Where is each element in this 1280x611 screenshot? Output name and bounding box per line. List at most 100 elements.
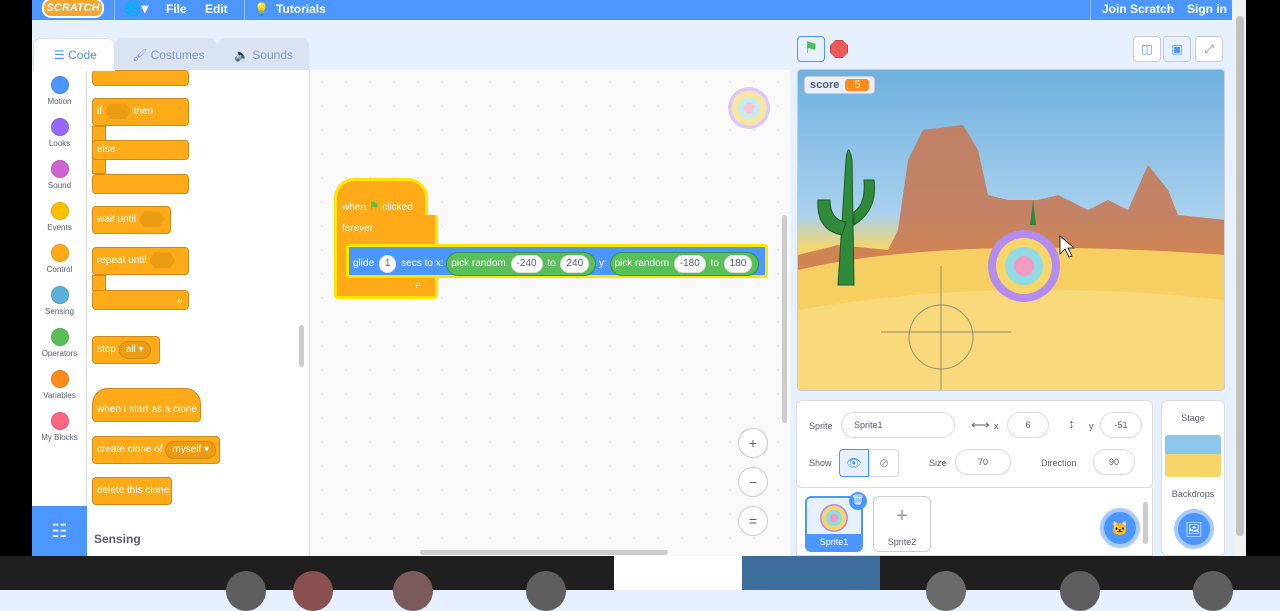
pick-random-label: pick random <box>451 258 506 269</box>
block-top-fragment[interactable] <box>92 70 189 86</box>
choose-backdrop-button[interactable]: 🖼 <box>1174 509 1214 549</box>
normal-stage-button[interactable]: ▣ <box>1163 36 1191 62</box>
code-workspace[interactable]: when ⚑ clicked forever ⤶ glide 1 secs to… <box>310 70 790 556</box>
pick-random-label: pick random <box>614 258 669 269</box>
else-label: else <box>97 144 116 155</box>
delete-clone-label: delete this clone <box>97 485 170 496</box>
y-max-input[interactable]: 180 <box>723 255 753 273</box>
size-input[interactable]: 70 <box>955 449 1011 475</box>
scratch-logo[interactable]: SCRATCH <box>42 0 104 18</box>
category-events[interactable]: Events <box>32 202 87 232</box>
x-position-input[interactable]: 6 <box>1007 412 1049 438</box>
y-position-input[interactable]: -51 <box>1100 412 1142 438</box>
y-min-input[interactable]: -180 <box>673 255 706 273</box>
hide-sprite-button[interactable]: ⊘ <box>869 449 899 477</box>
create-clone-label: create clone of <box>97 444 163 455</box>
green-flag-button[interactable]: ⚑ <box>797 36 825 62</box>
right-black-border <box>1246 0 1280 556</box>
block-create-clone[interactable]: create clone of myself ▾ <box>92 436 220 464</box>
zoom-in-icon: + <box>748 435 758 451</box>
cat-icon: 🐱 <box>1111 520 1129 536</box>
tab-sounds[interactable]: 🔈 Sounds <box>217 38 309 70</box>
variables-dot-icon <box>50 370 69 388</box>
sprite-list-scrollbar[interactable] <box>1143 502 1148 544</box>
edit-menu[interactable]: Edit <box>205 2 228 16</box>
category-looks[interactable]: Looks <box>32 118 87 148</box>
operators-dot-icon <box>50 328 69 346</box>
secs-to-x-label: secs to x: <box>401 258 444 269</box>
stop-dropdown[interactable]: all ▾ <box>118 341 151 359</box>
stage-selector[interactable]: Stage Backdrops 🖼 <box>1161 400 1225 556</box>
workspace-h-scrollbar[interactable] <box>420 550 668 555</box>
choose-sprite-button[interactable]: 🐱 <box>1100 508 1140 548</box>
page-scrollbar-thumb[interactable] <box>1236 16 1244 536</box>
tab-code[interactable]: ☰ Code <box>33 38 115 71</box>
eye-icon: 👁 <box>846 456 862 470</box>
workspace-v-scrollbar[interactable] <box>782 215 787 423</box>
clone-dropdown[interactable]: myself ▾ <box>165 441 217 459</box>
tab-costumes[interactable]: 🖌 Costumes <box>115 38 217 70</box>
loop-arrow-icon: ⤶ <box>176 296 182 307</box>
block-if-else-bottom <box>92 174 189 194</box>
participant-video <box>742 556 880 590</box>
zoom-out-button[interactable]: − <box>738 467 768 497</box>
category-my-blocks[interactable]: My Blocks <box>32 412 87 442</box>
sprite-name-input[interactable]: Sprite1 <box>841 412 955 438</box>
block-repeat-arm <box>92 275 106 291</box>
glide-block[interactable]: glide 1 secs to x: pick random -240 to 2… <box>346 244 768 278</box>
glide-secs-input[interactable]: 1 <box>378 255 397 273</box>
backdrop-thumbnail <box>1165 435 1221 477</box>
block-when-start-as-clone[interactable]: when I start as a clone <box>92 388 201 422</box>
globe-icon[interactable]: 🌐▾ <box>124 0 148 17</box>
boolean-slot <box>104 103 131 120</box>
pick-random-y[interactable]: pick random -180 to 180 <box>609 252 760 276</box>
zoom-reset-button[interactable]: = <box>738 506 768 536</box>
y-label: y <box>1089 421 1094 431</box>
sign-in-link[interactable]: Sign in <box>1187 2 1227 16</box>
stop-sign-icon[interactable] <box>830 40 848 58</box>
block-stop[interactable]: stop all ▾ <box>92 336 160 364</box>
score-value: 5 <box>845 79 870 91</box>
page-scrollbar[interactable] <box>1234 0 1246 556</box>
hat-block[interactable]: when ⚑ clicked <box>334 178 428 218</box>
delete-sprite-button[interactable]: 🗑 <box>849 492 867 510</box>
stage-canvas[interactable]: score 5 <box>797 69 1225 391</box>
file-menu[interactable]: File <box>166 2 187 16</box>
sprite-info-panel: Sprite Sprite1 ⟷ x 6 ↕ y -51 Show 👁 ⊘ Si… <box>796 400 1153 488</box>
tutorials-menu[interactable]: Tutorials <box>276 2 326 16</box>
score-monitor[interactable]: score 5 <box>804 76 876 94</box>
add-extension-button[interactable]: ☷ <box>32 506 87 556</box>
x-min-input[interactable]: -240 <box>510 255 543 273</box>
category-sound[interactable]: Sound <box>32 160 87 190</box>
x-max-input[interactable]: 240 <box>560 255 590 273</box>
to-label: to <box>710 258 719 269</box>
direction-input[interactable]: 90 <box>1093 449 1135 475</box>
category-control[interactable]: Control <box>32 244 87 274</box>
show-sprite-button[interactable]: 👁 <box>839 449 869 477</box>
lightbulb-icon: 💡 <box>254 2 269 16</box>
participant-avatar <box>926 571 966 611</box>
join-scratch-link[interactable]: Join Scratch <box>1102 2 1174 16</box>
target-costume-icon <box>820 504 848 532</box>
block-wait-until[interactable]: wait until <box>92 206 171 234</box>
block-if-else[interactable]: if then <box>92 98 189 126</box>
block-delete-clone[interactable]: delete this clone <box>92 477 172 505</box>
zoom-out-icon: − <box>748 474 758 490</box>
category-variables[interactable]: Variables <box>32 370 87 400</box>
fullscreen-button[interactable]: ⤢ <box>1195 36 1223 62</box>
category-label: My Blocks <box>41 433 78 442</box>
sprite-thumb-sprite2[interactable]: + Sprite2 <box>873 496 931 552</box>
horizontal-arrows-icon: ⟷ <box>971 417 990 432</box>
brush-icon: 🖌 <box>132 48 148 62</box>
category-sensing[interactable]: Sensing <box>32 286 87 316</box>
small-stage-button[interactable]: ◫ <box>1133 36 1161 62</box>
category-operators[interactable]: Operators <box>32 328 87 358</box>
glide-label: glide <box>353 258 375 269</box>
block-repeat-until[interactable]: repeat until <box>92 247 189 275</box>
category-motion[interactable]: Motion <box>32 76 87 106</box>
sprite-list: Sprite1 🗑 + Sprite2 🐱 <box>796 488 1153 556</box>
pick-random-x[interactable]: pick random -240 to 240 <box>446 252 597 276</box>
zoom-in-button[interactable]: + <box>738 428 768 458</box>
category-menu: Motion Looks Sound Events Control Sensin… <box>32 70 87 506</box>
palette-scrollbar[interactable] <box>299 325 304 367</box>
